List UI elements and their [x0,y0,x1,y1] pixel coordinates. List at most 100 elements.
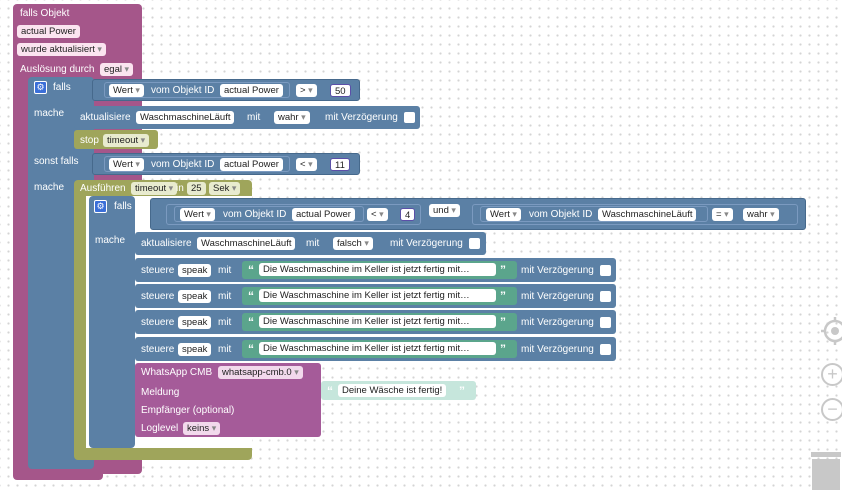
if1-mache-label: mache [34,108,65,119]
operator-dropdown-a[interactable]: < [367,208,388,221]
trash-icon[interactable] [808,450,842,490]
whatsapp-message-text[interactable]: Deine Wäsche ist fertig! [338,384,447,397]
if-block-inner[interactable] [89,196,135,448]
number-field-a[interactable]: 4 [400,208,416,221]
value-type-dropdown-2[interactable]: Wert [109,158,144,171]
speak-control-label: steuere [141,291,175,302]
target-icon[interactable] [820,316,842,346]
value-from-label-b: vom Objekt ID [529,209,593,220]
operator-dropdown[interactable]: > [296,84,317,97]
update-with-label: mit [247,112,261,123]
speak-with-label: mit [218,344,232,355]
trigger-object-field[interactable]: actual Power [17,25,80,38]
quote-close-mark: ” [500,342,506,356]
speak-device-field[interactable]: speak [178,264,212,277]
if1-sonst-falls-label: sonst falls [34,156,79,167]
quote-close-mark: ” [500,263,506,277]
gear-icon-inner[interactable]: ⚙ [94,200,107,213]
value-from-label-a: vom Objekt ID [223,209,287,220]
speak-with-label: mit [218,317,232,328]
speak-control-label: steuere [141,344,175,355]
object-id-field-b[interactable]: WaschmaschineLäuft [598,208,697,221]
trigger-event-dropdown[interactable]: wurde aktualisiert [17,43,106,56]
update-delay-label: mit Verzögerung [325,112,398,123]
speak-with-label: mit [218,291,232,302]
timeout-label: Ausführen [80,183,126,194]
quote-open-mark: “ [248,315,254,329]
update-object-field-2[interactable]: WaschmaschineLäuft [197,237,296,250]
if1-mache2-label: mache [34,182,65,193]
speak-delay-checkbox[interactable] [600,344,611,355]
speak-control-label: steuere [141,317,175,328]
if2-mache-label: mache [95,235,126,246]
speak-text-field[interactable]: Die Waschmaschine im Keller ist jetzt fe… [259,342,496,355]
timeout-number-field[interactable]: 25 [187,182,206,195]
trigger-block-bottom [13,468,103,480]
quote-open-mark: “ [327,384,333,398]
update-label-2: aktualisiere [141,238,192,249]
whatsapp-instance-dropdown[interactable]: whatsapp-cmb.0 [218,366,303,379]
value-from-label: vom Objekt ID [151,85,215,96]
speak-device-field[interactable]: speak [178,343,212,356]
operator-dropdown-b[interactable]: = [712,208,733,221]
quote-open-mark: “ [248,263,254,277]
speak-delay-label: mit Verzögerung [521,265,594,276]
timeout-var-dropdown[interactable]: timeout [131,182,178,195]
quote-close-mark: ” [500,315,506,329]
speak-delay-label: mit Verzögerung [521,291,594,302]
speak-device-field[interactable]: speak [178,316,212,329]
delay-checkbox[interactable] [404,112,415,123]
value-type-dropdown[interactable]: Wert [109,84,144,97]
value-type-dropdown-a[interactable]: Wert [180,208,215,221]
minus-icon[interactable]: − [821,398,842,421]
logic-operator-dropdown[interactable]: und [429,204,460,217]
whatsapp-loglevel-label: Loglevel [141,423,179,434]
whatsapp-message-label: Meldung [141,387,180,398]
if1-falls-label: falls [53,82,71,93]
update-object-field[interactable]: WaschmaschineLäuft [136,111,235,124]
update-value-dropdown[interactable]: wahr [274,111,310,124]
plus-icon[interactable]: + [821,363,842,386]
trigger-ack-label: Auslösung durch [20,64,95,75]
object-id-field-2[interactable]: actual Power [220,158,283,171]
speak-text-field[interactable]: Die Waschmaschine im Keller ist jetzt fe… [259,289,496,302]
boolean-dropdown-b[interactable]: wahr [743,208,779,221]
object-id-field[interactable]: actual Power [220,84,283,97]
speak-delay-label: mit Verzögerung [521,317,594,328]
speak-text-field[interactable]: Die Waschmaschine im Keller ist jetzt fe… [259,263,496,276]
update-label: aktualisiere [80,112,131,123]
value-from-label-2: vom Objekt ID [151,159,215,170]
object-id-field-a[interactable]: actual Power [292,208,355,221]
stop-label: stop [80,135,99,146]
number-field-2[interactable]: 11 [330,158,350,171]
delay-checkbox-2[interactable] [469,238,480,249]
trigger-ack-dropdown[interactable]: egal [100,63,133,76]
number-field[interactable]: 50 [330,84,351,97]
speak-delay-checkbox[interactable] [600,317,611,328]
quote-close-mark: ” [500,289,506,303]
trigger-title: falls Objekt [20,8,70,19]
speak-delay-checkbox[interactable] [600,265,611,276]
speak-with-label: mit [218,265,232,276]
update-delay-label-2: mit Verzögerung [390,238,463,249]
speak-control-label: steuere [141,265,175,276]
speak-delay-checkbox[interactable] [600,291,611,302]
update-with-label-2: mit [306,238,320,249]
quote-close-mark: ” [459,384,465,398]
speak-delay-label: mit Verzögerung [521,344,594,355]
timeout-in-label: in [176,183,184,194]
gear-icon[interactable]: ⚙ [34,81,47,94]
speak-text-field[interactable]: Die Waschmaschine im Keller ist jetzt fe… [259,315,496,328]
operator-dropdown-2[interactable]: < [296,158,317,171]
stop-timeout-dropdown[interactable]: timeout [103,134,150,147]
update-value-dropdown-2[interactable]: falsch [333,237,373,250]
value-type-dropdown-b[interactable]: Wert [486,208,521,221]
quote-open-mark: “ [248,342,254,356]
quote-open-mark: “ [248,289,254,303]
speak-device-field[interactable]: speak [178,290,212,303]
whatsapp-loglevel-dropdown[interactable]: keins [183,422,221,435]
whatsapp-label: WhatsApp CMB [141,367,213,378]
if2-falls-label: falls [114,201,132,212]
whatsapp-recipient-label: Empfänger (optional) [141,405,235,416]
timeout-unit-dropdown[interactable]: Sek [209,182,241,195]
